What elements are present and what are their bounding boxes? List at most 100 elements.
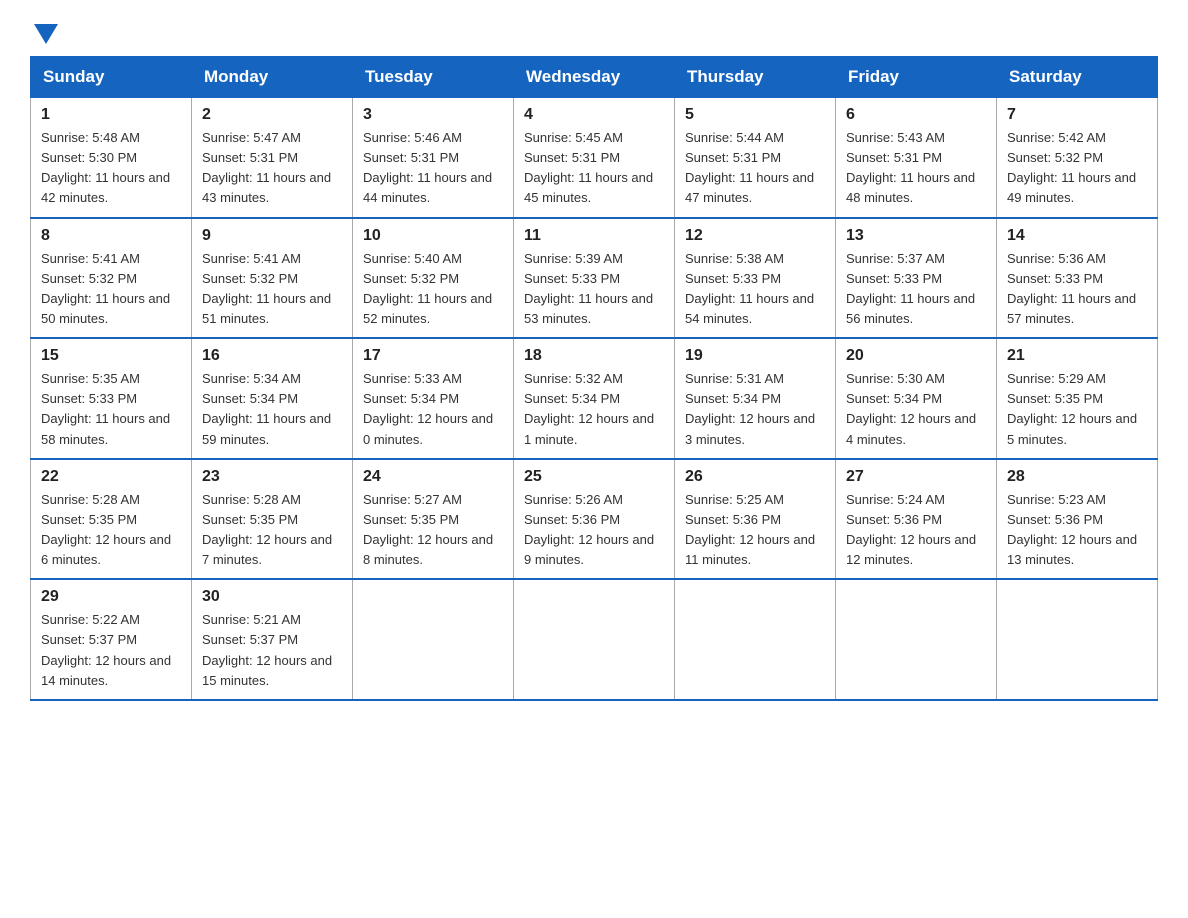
calendar-week-row: 15 Sunrise: 5:35 AMSunset: 5:33 PMDayligh… — [31, 338, 1158, 459]
calendar-day-cell: 10 Sunrise: 5:40 AMSunset: 5:32 PMDayligh… — [353, 218, 514, 339]
calendar-day-cell: 12 Sunrise: 5:38 AMSunset: 5:33 PMDayligh… — [675, 218, 836, 339]
calendar-day-cell: 13 Sunrise: 5:37 AMSunset: 5:33 PMDayligh… — [836, 218, 997, 339]
day-info: Sunrise: 5:34 AMSunset: 5:34 PMDaylight:… — [202, 369, 342, 450]
calendar-day-cell: 20 Sunrise: 5:30 AMSunset: 5:34 PMDayligh… — [836, 338, 997, 459]
page-header — [30, 20, 1158, 40]
calendar-week-row: 1 Sunrise: 5:48 AMSunset: 5:30 PMDaylight… — [31, 98, 1158, 218]
day-number: 14 — [1007, 227, 1147, 245]
day-info: Sunrise: 5:41 AMSunset: 5:32 PMDaylight:… — [41, 249, 181, 330]
day-number: 2 — [202, 106, 342, 124]
weekday-header-friday: Friday — [836, 57, 997, 98]
calendar-day-cell: 4 Sunrise: 5:45 AMSunset: 5:31 PMDaylight… — [514, 98, 675, 218]
day-info: Sunrise: 5:22 AMSunset: 5:37 PMDaylight:… — [41, 610, 181, 691]
calendar-day-cell: 22Sunrise: 5:28 AMSunset: 5:35 PMDayligh… — [31, 459, 192, 580]
day-info: Sunrise: 5:21 AMSunset: 5:37 PMDaylight:… — [202, 610, 342, 691]
empty-cell — [353, 579, 514, 700]
day-number: 20 — [846, 347, 986, 365]
day-info: Sunrise: 5:45 AMSunset: 5:31 PMDaylight:… — [524, 128, 664, 209]
calendar-day-cell: 8 Sunrise: 5:41 AMSunset: 5:32 PMDaylight… — [31, 218, 192, 339]
day-number: 10 — [363, 227, 503, 245]
day-number: 11 — [524, 227, 664, 245]
day-info: Sunrise: 5:24 AMSunset: 5:36 PMDaylight:… — [846, 490, 986, 571]
calendar-day-cell: 11 Sunrise: 5:39 AMSunset: 5:33 PMDayligh… — [514, 218, 675, 339]
calendar-day-cell: 18 Sunrise: 5:32 AMSunset: 5:34 PMDayligh… — [514, 338, 675, 459]
day-info: Sunrise: 5:28 AMSunset: 5:35 PMDaylight:… — [41, 490, 181, 571]
day-info: Sunrise: 5:23 AMSunset: 5:36 PMDaylight:… — [1007, 490, 1147, 571]
day-number: 28 — [1007, 468, 1147, 486]
day-info: Sunrise: 5:44 AMSunset: 5:31 PMDaylight:… — [685, 128, 825, 209]
day-info: Sunrise: 5:30 AMSunset: 5:34 PMDaylight:… — [846, 369, 986, 450]
calendar-day-cell: 15 Sunrise: 5:35 AMSunset: 5:33 PMDayligh… — [31, 338, 192, 459]
calendar-day-cell: 29 Sunrise: 5:22 AMSunset: 5:37 PMDayligh… — [31, 579, 192, 700]
day-number: 24 — [363, 468, 503, 486]
day-info: Sunrise: 5:37 AMSunset: 5:33 PMDaylight:… — [846, 249, 986, 330]
calendar-day-cell: 19 Sunrise: 5:31 AMSunset: 5:34 PMDayligh… — [675, 338, 836, 459]
day-number: 8 — [41, 227, 181, 245]
day-number: 18 — [524, 347, 664, 365]
calendar-day-cell: 7 Sunrise: 5:42 AMSunset: 5:32 PMDaylight… — [997, 98, 1158, 218]
calendar-day-cell: 1 Sunrise: 5:48 AMSunset: 5:30 PMDaylight… — [31, 98, 192, 218]
day-info: Sunrise: 5:42 AMSunset: 5:32 PMDaylight:… — [1007, 128, 1147, 209]
day-number: 1 — [41, 106, 181, 124]
day-info: Sunrise: 5:40 AMSunset: 5:32 PMDaylight:… — [363, 249, 503, 330]
day-number: 12 — [685, 227, 825, 245]
calendar-day-cell: 23 Sunrise: 5:28 AMSunset: 5:35 PMDayligh… — [192, 459, 353, 580]
calendar-day-cell: 30 Sunrise: 5:21 AMSunset: 5:37 PMDayligh… — [192, 579, 353, 700]
calendar-day-cell: 26Sunrise: 5:25 AMSunset: 5:36 PMDayligh… — [675, 459, 836, 580]
day-info: Sunrise: 5:38 AMSunset: 5:33 PMDaylight:… — [685, 249, 825, 330]
day-number: 19 — [685, 347, 825, 365]
day-number: 4 — [524, 106, 664, 124]
calendar-day-cell: 24Sunrise: 5:27 AMSunset: 5:35 PMDayligh… — [353, 459, 514, 580]
empty-cell — [675, 579, 836, 700]
weekday-header-sunday: Sunday — [31, 57, 192, 98]
day-number: 17 — [363, 347, 503, 365]
calendar-day-cell: 3 Sunrise: 5:46 AMSunset: 5:31 PMDaylight… — [353, 98, 514, 218]
calendar-day-cell: 28 Sunrise: 5:23 AMSunset: 5:36 PMDayligh… — [997, 459, 1158, 580]
day-info: Sunrise: 5:35 AMSunset: 5:33 PMDaylight:… — [41, 369, 181, 450]
weekday-header-wednesday: Wednesday — [514, 57, 675, 98]
day-info: Sunrise: 5:31 AMSunset: 5:34 PMDaylight:… — [685, 369, 825, 450]
calendar-day-cell: 6Sunrise: 5:43 AMSunset: 5:31 PMDaylight… — [836, 98, 997, 218]
day-info: Sunrise: 5:32 AMSunset: 5:34 PMDaylight:… — [524, 369, 664, 450]
calendar-day-cell: 5 Sunrise: 5:44 AMSunset: 5:31 PMDaylight… — [675, 98, 836, 218]
day-number: 5 — [685, 106, 825, 124]
day-info: Sunrise: 5:41 AMSunset: 5:32 PMDaylight:… — [202, 249, 342, 330]
calendar-day-cell: 14Sunrise: 5:36 AMSunset: 5:33 PMDayligh… — [997, 218, 1158, 339]
day-info: Sunrise: 5:33 AMSunset: 5:34 PMDaylight:… — [363, 369, 503, 450]
day-info: Sunrise: 5:48 AMSunset: 5:30 PMDaylight:… — [41, 128, 181, 209]
calendar-day-cell: 17 Sunrise: 5:33 AMSunset: 5:34 PMDayligh… — [353, 338, 514, 459]
calendar-header-row: SundayMondayTuesdayWednesdayThursdayFrid… — [31, 57, 1158, 98]
empty-cell — [997, 579, 1158, 700]
day-number: 29 — [41, 588, 181, 606]
calendar-week-row: 29 Sunrise: 5:22 AMSunset: 5:37 PMDayligh… — [31, 579, 1158, 700]
day-number: 27 — [846, 468, 986, 486]
day-number: 3 — [363, 106, 503, 124]
calendar-day-cell: 27 Sunrise: 5:24 AMSunset: 5:36 PMDayligh… — [836, 459, 997, 580]
day-info: Sunrise: 5:28 AMSunset: 5:35 PMDaylight:… — [202, 490, 342, 571]
calendar-week-row: 22Sunrise: 5:28 AMSunset: 5:35 PMDayligh… — [31, 459, 1158, 580]
day-info: Sunrise: 5:46 AMSunset: 5:31 PMDaylight:… — [363, 128, 503, 209]
weekday-header-saturday: Saturday — [997, 57, 1158, 98]
day-number: 13 — [846, 227, 986, 245]
calendar-day-cell: 21 Sunrise: 5:29 AMSunset: 5:35 PMDayligh… — [997, 338, 1158, 459]
calendar-day-cell: 2 Sunrise: 5:47 AMSunset: 5:31 PMDaylight… — [192, 98, 353, 218]
day-info: Sunrise: 5:25 AMSunset: 5:36 PMDaylight:… — [685, 490, 825, 571]
day-number: 15 — [41, 347, 181, 365]
day-info: Sunrise: 5:29 AMSunset: 5:35 PMDaylight:… — [1007, 369, 1147, 450]
empty-cell — [836, 579, 997, 700]
day-number: 23 — [202, 468, 342, 486]
day-number: 21 — [1007, 347, 1147, 365]
weekday-header-monday: Monday — [192, 57, 353, 98]
day-number: 25 — [524, 468, 664, 486]
day-number: 30 — [202, 588, 342, 606]
day-info: Sunrise: 5:47 AMSunset: 5:31 PMDaylight:… — [202, 128, 342, 209]
day-number: 16 — [202, 347, 342, 365]
day-info: Sunrise: 5:39 AMSunset: 5:33 PMDaylight:… — [524, 249, 664, 330]
day-number: 9 — [202, 227, 342, 245]
weekday-header-thursday: Thursday — [675, 57, 836, 98]
weekday-header-tuesday: Tuesday — [353, 57, 514, 98]
day-number: 6 — [846, 106, 986, 124]
calendar-day-cell: 25Sunrise: 5:26 AMSunset: 5:36 PMDayligh… — [514, 459, 675, 580]
calendar-week-row: 8 Sunrise: 5:41 AMSunset: 5:32 PMDaylight… — [31, 218, 1158, 339]
day-number: 7 — [1007, 106, 1147, 124]
